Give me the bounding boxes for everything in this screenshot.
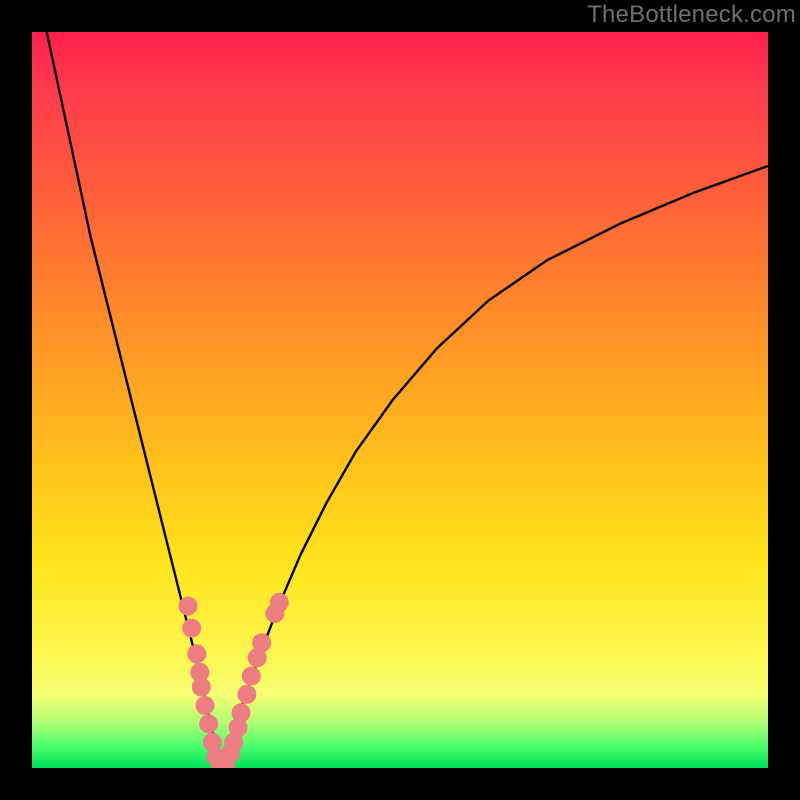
data-marker (238, 685, 256, 703)
data-marker (188, 645, 206, 663)
plot-area (32, 32, 768, 768)
watermark-text: TheBottleneck.com (587, 1, 796, 29)
data-marker (196, 696, 214, 714)
data-marker (179, 597, 197, 615)
data-marker (200, 715, 218, 733)
data-marker (270, 593, 288, 611)
chart-frame: TheBottleneck.com (0, 0, 800, 800)
data-marker (183, 619, 201, 637)
marker-group (179, 593, 288, 768)
data-marker (253, 634, 271, 652)
data-marker (192, 678, 210, 696)
data-marker (242, 667, 260, 685)
curve-right (222, 166, 768, 768)
data-marker (232, 704, 250, 722)
curve-svg (32, 32, 768, 768)
